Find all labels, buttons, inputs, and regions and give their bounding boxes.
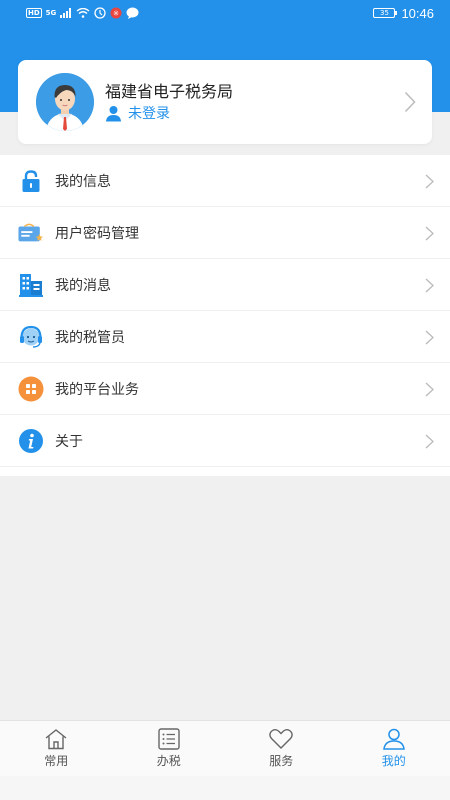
menu-item-label: 用户密码管理 — [55, 225, 139, 242]
battery-level: 35 — [379, 9, 389, 17]
apps-grid-icon — [18, 376, 44, 402]
menu-item-tax-manager[interactable]: 我的税管员 — [0, 311, 450, 363]
chevron-right-icon — [425, 330, 434, 345]
chat-icon — [126, 7, 139, 19]
avatar — [36, 73, 94, 131]
tab-common[interactable]: 常用 — [0, 721, 113, 776]
menu-item-about[interactable]: 关于 — [0, 415, 450, 467]
chevron-right-icon — [404, 91, 416, 113]
info-icon — [18, 428, 44, 454]
bottom-tab-bar: 常用 办税 服务 我的 — [0, 720, 450, 776]
profile-text: 福建省电子税务局 未登录 — [105, 81, 233, 123]
status-bar: HD 5G ※ 35 10:46 — [0, 0, 450, 26]
password-card-icon — [18, 220, 44, 246]
login-status-row[interactable]: 未登录 — [105, 103, 233, 123]
home-icon — [45, 729, 67, 750]
list-icon — [158, 728, 180, 750]
menu-item-label: 关于 — [55, 433, 83, 450]
battery-icon: 35 — [373, 8, 398, 18]
network-type: 5G — [45, 8, 57, 17]
menu-item-my-messages[interactable]: 我的消息 — [0, 259, 450, 311]
chevron-right-icon — [425, 434, 434, 449]
menu-item-password-management[interactable]: 用户密码管理 — [0, 207, 450, 259]
tab-services[interactable]: 服务 — [225, 721, 338, 776]
status-left: HD 5G ※ — [26, 7, 139, 19]
lock-icon — [18, 168, 44, 194]
customer-service-icon — [18, 324, 44, 350]
chevron-right-icon — [425, 382, 434, 397]
system-nav-area — [0, 776, 450, 800]
avatar-person-icon — [36, 73, 94, 131]
login-status: 未登录 — [128, 106, 170, 122]
building-icon — [18, 272, 44, 298]
profile-card[interactable]: 福建省电子税务局 未登录 — [18, 60, 432, 144]
profile-title: 福建省电子税务局 — [105, 82, 234, 101]
tab-label: 我的 — [381, 754, 406, 768]
tab-label: 办税 — [156, 754, 181, 768]
signal-icon — [60, 8, 72, 18]
menu-item-platform-business[interactable]: 我的平台业务 — [0, 363, 450, 415]
menu-item-label: 我的税管员 — [55, 329, 125, 346]
menu-item-label: 我的信息 — [55, 173, 111, 190]
menu-item-label: 我的平台业务 — [55, 381, 139, 398]
svg-text:※: ※ — [113, 10, 119, 18]
user-icon — [106, 105, 121, 121]
settings-menu: 我的信息 用户密码管理 我的消息 我的税管员 我的平台业务 关于 — [0, 155, 450, 476]
tab-label: 服务 — [269, 754, 294, 768]
tab-tax-handling[interactable]: 办税 — [113, 721, 226, 776]
notification-icon: ※ — [110, 7, 122, 19]
wifi-icon — [76, 8, 90, 18]
status-right: 35 10:46 — [373, 6, 434, 21]
chevron-right-icon — [425, 278, 434, 293]
menu-item-label: 我的消息 — [55, 277, 111, 294]
heart-icon — [269, 729, 294, 749]
chevron-right-icon — [425, 226, 434, 241]
tab-mine[interactable]: 我的 — [338, 721, 450, 776]
clock: 10:46 — [401, 5, 434, 21]
data-saver-icon — [94, 7, 106, 19]
chevron-right-icon — [425, 174, 434, 189]
tab-label: 常用 — [44, 754, 69, 768]
user-icon — [382, 728, 405, 750]
menu-item-my-info[interactable]: 我的信息 — [0, 155, 450, 207]
hd-badge: HD — [26, 8, 42, 18]
